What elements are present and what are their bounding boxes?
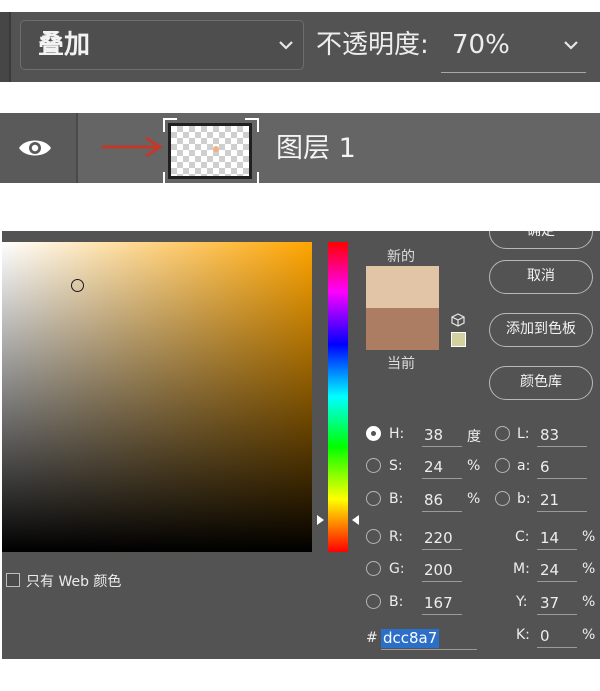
radio-rgb-b[interactable] — [366, 594, 381, 609]
h-input[interactable]: 38 — [424, 426, 443, 444]
selection-corner-bl — [163, 172, 177, 186]
h-underline — [422, 446, 462, 447]
h-unit: 度 — [467, 429, 481, 445]
m-underline — [537, 581, 577, 582]
y-label: Y: — [516, 594, 528, 610]
layer-name[interactable]: 图层 1 — [276, 133, 356, 165]
g-label: G: — [389, 561, 405, 577]
m-input[interactable]: 24 — [540, 561, 559, 579]
lab-b-underline — [537, 511, 587, 512]
selection-corner-br — [245, 172, 259, 186]
h-label: H: — [389, 426, 405, 442]
color-libraries-button[interactable]: 颜色库 — [489, 366, 593, 400]
color-compare-swatch — [366, 266, 439, 350]
b-input[interactable]: 86 — [424, 491, 443, 509]
red-arrow-icon — [102, 136, 163, 158]
hex-prefix: # — [366, 630, 378, 646]
web-only-checkbox[interactable] — [6, 573, 20, 587]
lab-b-label: b: — [517, 491, 531, 507]
hue-slider[interactable] — [328, 242, 348, 552]
row-divider — [76, 113, 78, 183]
radio-r[interactable] — [366, 529, 381, 544]
y-unit: % — [582, 594, 596, 610]
radio-b[interactable] — [366, 491, 381, 506]
chevron-down-icon[interactable] — [278, 36, 294, 56]
y-underline — [537, 614, 577, 615]
k-input[interactable]: 0 — [540, 627, 550, 645]
web-safe-cube-icon[interactable] — [451, 313, 465, 331]
thumbnail-pixel — [213, 146, 219, 152]
opacity-underline — [441, 72, 586, 73]
rgb-b-label: B: — [389, 594, 404, 610]
opacity-chevron-down-icon[interactable] — [563, 36, 579, 56]
hex-underline — [381, 649, 477, 650]
ok-button[interactable]: 确定 — [489, 231, 593, 249]
c-unit: % — [582, 529, 596, 545]
current-color-label: 当前 — [387, 356, 415, 372]
selection-corner-tl — [163, 118, 177, 132]
radio-s[interactable] — [366, 458, 381, 473]
opacity-label: 不透明度: — [316, 30, 429, 60]
a-input[interactable]: 6 — [540, 458, 550, 476]
r-label: R: — [389, 529, 404, 545]
c-input[interactable]: 14 — [540, 529, 559, 547]
k-underline — [537, 647, 577, 648]
c-underline — [537, 549, 577, 550]
web-only-label: 只有 Web 颜色 — [26, 574, 122, 590]
opacity-input[interactable]: 70% — [452, 30, 510, 60]
panel-left-strip — [0, 12, 9, 82]
a-label: a: — [517, 458, 531, 474]
l-underline — [537, 446, 587, 447]
add-to-swatches-button[interactable]: 添加到色板 — [489, 313, 593, 347]
m-label: M: — [513, 561, 530, 577]
radio-l[interactable] — [495, 426, 510, 441]
g-underline — [422, 581, 462, 582]
rgb-b-input[interactable]: 167 — [424, 594, 453, 612]
layer-row[interactable]: 图层 1 — [0, 113, 600, 186]
new-color-label: 新的 — [387, 249, 415, 265]
layer-blend-opacity-bar: 叠加 不透明度: 70% — [0, 12, 600, 82]
layer-thumbnail[interactable] — [168, 123, 252, 179]
new-color-swatch[interactable] — [366, 266, 439, 308]
b-label: B: — [389, 491, 404, 507]
b-unit: % — [467, 491, 481, 507]
saturation-brightness-field[interactable] — [2, 242, 312, 552]
blend-mode-value: 叠加 — [38, 30, 91, 60]
s-unit: % — [467, 458, 481, 474]
s-underline — [422, 478, 462, 479]
radio-h[interactable] — [366, 426, 381, 441]
cancel-button[interactable]: 取消 — [489, 260, 593, 294]
visibility-toggle[interactable] — [0, 113, 76, 183]
r-underline — [422, 549, 462, 550]
c-label: C: — [515, 529, 530, 545]
gamut-warning-swatch[interactable] — [451, 332, 466, 347]
k-unit: % — [582, 627, 596, 643]
l-label: L: — [517, 426, 530, 442]
radio-a[interactable] — [495, 458, 510, 473]
hex-input[interactable]: dcc8a7 — [381, 629, 440, 648]
rgb-b-underline — [422, 614, 462, 615]
eye-icon[interactable] — [18, 137, 52, 159]
s-label: S: — [389, 458, 403, 474]
a-underline — [537, 478, 587, 479]
hue-slider-left-handle[interactable] — [317, 515, 324, 525]
m-unit: % — [582, 561, 596, 577]
color-marker[interactable] — [71, 279, 84, 292]
b-underline — [422, 511, 462, 512]
current-color-swatch[interactable] — [366, 308, 439, 350]
radio-lab-b[interactable] — [495, 491, 510, 506]
selection-corner-tr — [245, 118, 259, 132]
radio-g[interactable] — [366, 561, 381, 576]
k-label: K: — [516, 627, 530, 643]
r-input[interactable]: 220 — [424, 529, 453, 547]
g-input[interactable]: 200 — [424, 561, 453, 579]
hue-slider-right-handle[interactable] — [352, 515, 359, 525]
color-picker-panel: 只有 Web 颜色 新的 当前 确定 取消 添加到色板 颜色库 H: 38 度 … — [2, 231, 600, 659]
lab-b-input[interactable]: 21 — [540, 491, 559, 509]
y-input[interactable]: 37 — [540, 594, 559, 612]
panel-divider — [9, 12, 11, 82]
s-input[interactable]: 24 — [424, 458, 443, 476]
l-input[interactable]: 83 — [540, 426, 559, 444]
